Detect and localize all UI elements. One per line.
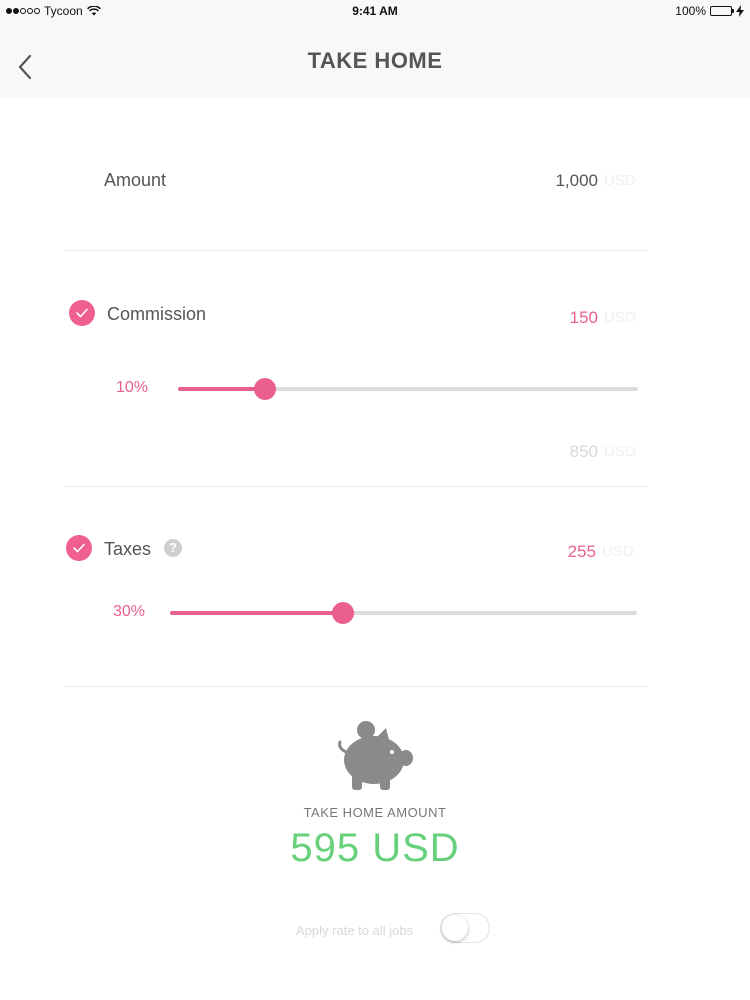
amount-value[interactable]: 1,000	[440, 171, 598, 191]
toggle-thumb	[442, 915, 468, 941]
commission-remaining-unit: USD	[604, 443, 636, 460]
taxes-slider-knob[interactable]	[331, 602, 354, 624]
taxes-slider[interactable]	[170, 611, 637, 615]
page-title: TAKE HOME	[307, 48, 443, 73]
taxes-slider-fill	[170, 611, 343, 615]
taxes-label: Taxes	[104, 539, 152, 559]
commission-slider-fill	[178, 387, 266, 391]
taxes-checkbox[interactable]	[66, 535, 92, 561]
battery-percent: 100%	[675, 4, 706, 18]
apply-rate-label: Apply rate to all jobs	[296, 923, 414, 938]
piggy-bank-icon	[338, 721, 413, 790]
amount-unit: USD	[604, 172, 636, 189]
battery-icon	[710, 6, 734, 16]
commission-remaining-value: 850	[569, 442, 598, 461]
status-battery: 100%	[675, 4, 744, 18]
divider	[64, 686, 648, 687]
take-home-label: TAKE HOME AMOUNT	[303, 805, 447, 820]
commission-rate-label: 10%	[116, 379, 149, 396]
taxes-unit: USD	[602, 543, 634, 560]
question-icon[interactable]: ?	[164, 539, 182, 557]
commission-slider-knob[interactable]	[254, 378, 277, 400]
apply-rate-toggle[interactable]	[440, 913, 490, 943]
commission-unit: USD	[604, 309, 636, 326]
checkmark-icon	[76, 308, 88, 318]
commission-checkbox[interactable]	[69, 300, 95, 326]
commission-slider[interactable]	[178, 387, 638, 391]
commission-label: Commission	[107, 304, 207, 324]
commission-value[interactable]: 150	[440, 308, 598, 328]
divider	[64, 486, 648, 487]
status-time: 9:41 AM	[352, 4, 398, 18]
checkmark-icon	[73, 543, 85, 553]
amount-label: Amount	[104, 170, 167, 190]
charging-icon	[736, 5, 744, 17]
take-home-amount: 595 USD	[290, 826, 460, 870]
taxes-value[interactable]: 255	[440, 542, 596, 562]
taxes-rate-label: 30%	[113, 603, 146, 620]
divider	[64, 250, 648, 251]
